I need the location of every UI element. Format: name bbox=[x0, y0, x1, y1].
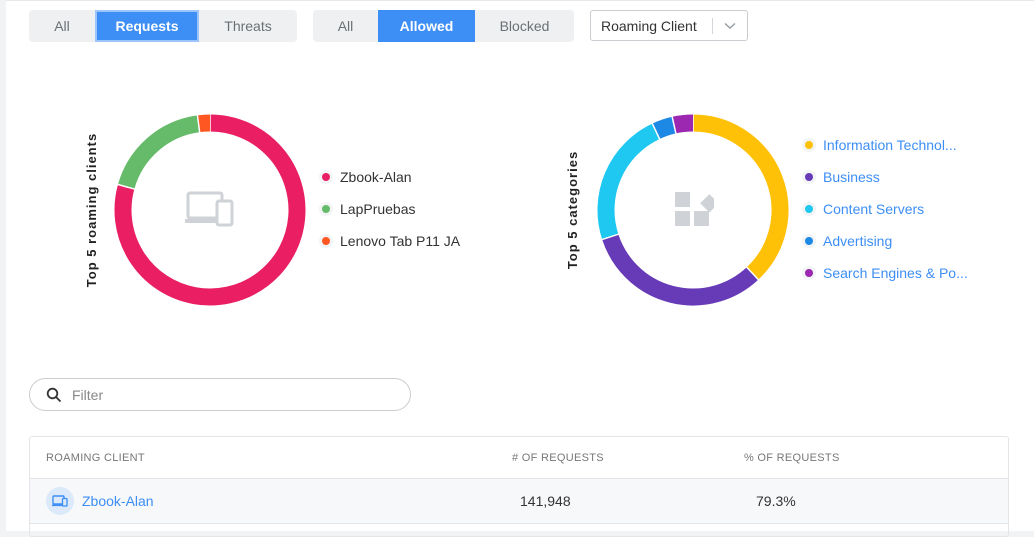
status-allowed-button[interactable]: Allowed bbox=[378, 10, 475, 42]
legend-item[interactable]: LapPruebas bbox=[322, 193, 460, 225]
category-slice-3[interactable] bbox=[652, 116, 677, 140]
categories-chart-title: Top 5 categories bbox=[565, 150, 580, 270]
type-threats-button[interactable]: Threats bbox=[199, 10, 297, 42]
filter-field bbox=[29, 378, 411, 411]
scope-dropdown[interactable]: Roaming Client bbox=[590, 10, 748, 41]
type-requests-button[interactable]: Requests bbox=[95, 10, 199, 42]
column-header-requests[interactable]: # OF REQUESTS bbox=[512, 452, 604, 464]
column-header-percent[interactable]: % OF REQUESTS bbox=[744, 452, 840, 464]
filter-input[interactable] bbox=[70, 385, 394, 404]
device-icon bbox=[46, 487, 74, 515]
client-link[interactable]: Zbook-Alan bbox=[82, 493, 154, 509]
status-all-button[interactable]: All bbox=[313, 10, 378, 42]
legend-item[interactable]: Lenovo Tab P11 JA bbox=[322, 225, 460, 257]
legend-label: Information Technol... bbox=[823, 137, 957, 153]
legend-item[interactable]: Search Engines & Po... bbox=[805, 257, 968, 289]
legend-item[interactable]: Business bbox=[805, 161, 968, 193]
legend-dot bbox=[805, 269, 813, 277]
widgets-icon bbox=[674, 189, 719, 234]
type-toggle: All Requests Threats bbox=[29, 10, 297, 42]
clients-table: ROAMING CLIENT # OF REQUESTS % OF REQUES… bbox=[29, 436, 1009, 537]
status-toggle: All Allowed Blocked bbox=[313, 10, 574, 42]
legend-item[interactable]: Advertising bbox=[805, 225, 968, 257]
percent-cell: 79.3% bbox=[756, 493, 796, 509]
table-row[interactable]: Zbook-Alan 141,948 79.3% bbox=[30, 479, 1008, 524]
requests-cell: 141,948 bbox=[520, 493, 571, 509]
category-slice-1[interactable] bbox=[602, 234, 759, 306]
legend-label: Search Engines & Po... bbox=[823, 265, 968, 281]
devices-icon bbox=[185, 191, 235, 232]
legend-dot bbox=[805, 141, 813, 149]
legend-label: Zbook-Alan bbox=[340, 169, 412, 185]
type-all-button[interactable]: All bbox=[29, 10, 95, 42]
legend-dot bbox=[805, 237, 813, 245]
search-icon bbox=[46, 387, 62, 403]
clients-legend: Zbook-Alan LapPruebas Lenovo Tab P11 JA bbox=[322, 161, 460, 257]
status-blocked-button[interactable]: Blocked bbox=[475, 10, 574, 42]
category-slice-2[interactable] bbox=[597, 123, 660, 240]
legend-label: LapPruebas bbox=[340, 201, 416, 217]
legend-label: Advertising bbox=[823, 233, 893, 249]
legend-dot bbox=[805, 205, 813, 213]
legend-dot bbox=[322, 205, 330, 213]
legend-label: Lenovo Tab P11 JA bbox=[340, 233, 461, 249]
legend-item[interactable]: Zbook-Alan bbox=[322, 161, 460, 193]
legend-dot bbox=[322, 173, 330, 181]
category-slice-4[interactable] bbox=[672, 114, 694, 134]
legend-dot bbox=[322, 237, 330, 245]
client-slice-1[interactable] bbox=[117, 115, 200, 190]
table-header: ROAMING CLIENT # OF REQUESTS % OF REQUES… bbox=[30, 437, 1008, 479]
column-header-client[interactable]: ROAMING CLIENT bbox=[46, 452, 145, 464]
legend-label: Content Servers bbox=[823, 201, 925, 217]
legend-label: Business bbox=[823, 169, 880, 185]
chevron-down-icon bbox=[713, 22, 747, 30]
clients-chart-title: Top 5 roaming clients bbox=[84, 132, 99, 288]
legend-dot bbox=[805, 173, 813, 181]
legend-item[interactable]: Content Servers bbox=[805, 193, 968, 225]
scope-dropdown-value: Roaming Client bbox=[601, 17, 697, 34]
categories-legend: Information Technol... Business Content … bbox=[805, 129, 968, 289]
legend-item[interactable]: Information Technol... bbox=[805, 129, 968, 161]
client-slice-2[interactable] bbox=[197, 114, 211, 133]
